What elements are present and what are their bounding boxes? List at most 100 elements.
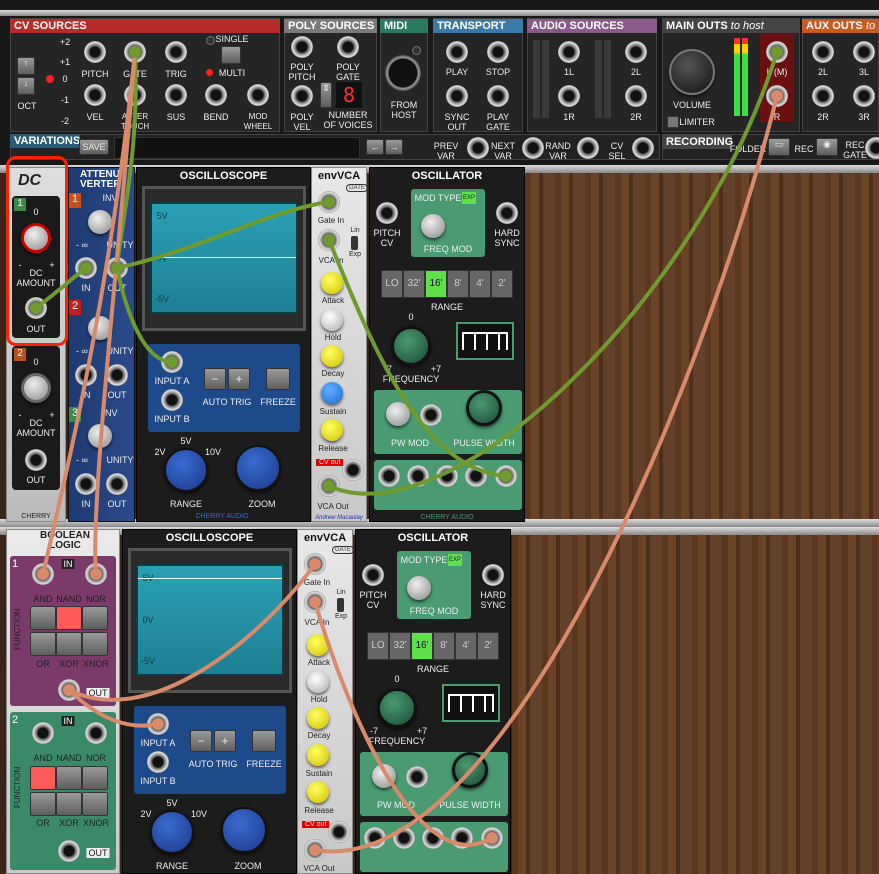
gate-nor-button-1[interactable] <box>82 606 108 630</box>
osc1-pulse-width-knob[interactable] <box>466 390 502 426</box>
voices-stepper[interactable]: ⇕ <box>320 82 332 108</box>
osc2-pw-mod-knob[interactable] <box>372 764 396 788</box>
att-knob-2[interactable] <box>88 316 112 340</box>
att-out-jack-1[interactable] <box>106 257 128 279</box>
osc2-range-32[interactable]: 32' <box>389 632 411 660</box>
prev-var-jack[interactable] <box>467 137 489 159</box>
boolean-out-jack-2[interactable] <box>58 840 80 862</box>
osc1-pitch-cv-jack[interactable] <box>376 202 398 224</box>
att-knob-1[interactable] <box>88 210 112 234</box>
next-var-jack[interactable] <box>522 137 544 159</box>
vel-jack[interactable] <box>84 84 106 106</box>
dc-amount-knob-2[interactable] <box>21 373 51 403</box>
osc1-range-16[interactable]: 16' <box>425 270 447 298</box>
scope2-input-a-jack[interactable] <box>147 713 169 735</box>
dc-amount-knob-1[interactable] <box>21 223 51 253</box>
boolean-in-a-jack-2[interactable] <box>32 722 54 744</box>
play-jack[interactable] <box>446 41 468 63</box>
osc2-range-2[interactable]: 2' <box>477 632 499 660</box>
poly-gate-jack[interactable] <box>337 36 359 58</box>
envvca1-decay-knob[interactable] <box>321 345 343 367</box>
envvca2-attack-knob[interactable] <box>307 634 329 656</box>
osc2-exp-toggle[interactable]: EXP <box>448 554 462 566</box>
rand-var-jack[interactable] <box>577 137 599 159</box>
gate-xnor-button-2[interactable] <box>82 792 108 816</box>
osc1-range-4[interactable]: 4' <box>469 270 491 298</box>
play-gate-jack[interactable] <box>487 85 509 107</box>
envvca2-lin-exp-switch[interactable] <box>337 598 344 612</box>
main-out-l-jack[interactable] <box>766 41 788 63</box>
envvca2-cv-out-jack[interactable] <box>328 821 350 843</box>
envvca2-hold-knob[interactable] <box>307 671 329 693</box>
envvca2-release-knob[interactable] <box>307 781 329 803</box>
scope1-input-b-jack[interactable] <box>161 389 183 411</box>
gate-and-button-1[interactable] <box>30 606 56 630</box>
osc2-pitch-cv-jack[interactable] <box>362 564 384 586</box>
att-out-jack-3[interactable] <box>106 473 128 495</box>
scope1-trig-minus[interactable]: − <box>204 368 226 390</box>
aux-3l-jack[interactable] <box>853 41 875 63</box>
osc1-pw-mod-jack[interactable] <box>420 404 442 426</box>
modwheel-jack[interactable] <box>247 84 269 106</box>
variations-slots[interactable] <box>114 137 360 159</box>
scope2-trig-minus[interactable]: − <box>190 730 212 752</box>
audio-1l-jack[interactable] <box>558 41 580 63</box>
octave-up-button[interactable]: ↑ <box>17 57 35 75</box>
envvca2-vca-in-jack[interactable] <box>304 591 326 613</box>
rec-button[interactable]: ◉ <box>816 138 838 156</box>
boolean-in-b-jack-1[interactable] <box>85 563 107 585</box>
trig-jack[interactable] <box>165 41 187 63</box>
volume-knob[interactable] <box>669 49 715 95</box>
att-in-jack-2[interactable] <box>75 364 97 386</box>
osc2-range-4[interactable]: 4' <box>455 632 477 660</box>
gate-xnor-button-1[interactable] <box>82 632 108 656</box>
gate-and-button-2[interactable] <box>30 766 56 790</box>
envvca1-lin-exp-switch[interactable] <box>351 236 358 250</box>
audio-2l-jack[interactable] <box>625 41 647 63</box>
aux-3r-jack[interactable] <box>853 85 875 107</box>
scope2-range-knob[interactable] <box>150 810 194 854</box>
osc2-pulse-jack[interactable] <box>422 827 444 849</box>
scope2-freeze-button[interactable] <box>252 730 276 752</box>
bend-jack[interactable] <box>205 84 227 106</box>
audio-1r-jack[interactable] <box>558 85 580 107</box>
envvca2-sustain-knob[interactable] <box>307 744 329 766</box>
envvca1-vca-out-jack[interactable] <box>318 475 340 497</box>
att-in-jack-1[interactable] <box>75 257 97 279</box>
osc1-freq-mod-knob[interactable] <box>421 214 445 238</box>
osc2-pw-mod-jack[interactable] <box>406 766 428 788</box>
var-prev-arrow[interactable]: ← <box>366 139 384 155</box>
osc2-saw-down-jack[interactable] <box>393 827 415 849</box>
limiter-checkbox[interactable] <box>667 116 679 128</box>
osc1-pulse-jack[interactable] <box>436 465 458 487</box>
osc1-hard-sync-jack[interactable] <box>496 202 518 224</box>
gate-xor-button-2[interactable] <box>56 792 82 816</box>
cv-sel-jack[interactable] <box>632 137 654 159</box>
sync-out-jack[interactable] <box>446 85 468 107</box>
envvca1-release-knob[interactable] <box>321 419 343 441</box>
scope2-trig-plus[interactable]: + <box>214 730 236 752</box>
osc2-hard-sync-jack[interactable] <box>482 564 504 586</box>
gate-nand-button-2[interactable] <box>56 766 82 790</box>
aux-2r-jack[interactable] <box>812 85 834 107</box>
midi-din-port[interactable] <box>385 55 421 91</box>
boolean-in-a-jack-1[interactable] <box>32 563 54 585</box>
envvca1-attack-knob[interactable] <box>321 272 343 294</box>
aftertouch-jack[interactable] <box>124 84 146 106</box>
envvca1-sustain-knob[interactable] <box>321 382 343 404</box>
att-in-jack-3[interactable] <box>75 473 97 495</box>
poly-vel-jack[interactable] <box>291 85 313 107</box>
gate-or-button-2[interactable] <box>30 792 56 816</box>
osc2-range-16[interactable]: 16' <box>411 632 433 660</box>
poly-pitch-jack[interactable] <box>291 36 313 58</box>
dc-out-jack-1[interactable] <box>25 297 47 319</box>
single-multi-toggle[interactable] <box>221 46 241 64</box>
sus-jack[interactable] <box>165 84 187 106</box>
save-button[interactable]: SAVE <box>79 139 109 155</box>
scope1-zoom-knob[interactable] <box>235 445 281 491</box>
att-out-jack-2[interactable] <box>106 364 128 386</box>
osc2-sine-jack[interactable] <box>451 827 473 849</box>
scope2-zoom-knob[interactable] <box>221 807 267 853</box>
envvca2-decay-knob[interactable] <box>307 707 329 729</box>
gate-jack[interactable] <box>124 41 146 63</box>
